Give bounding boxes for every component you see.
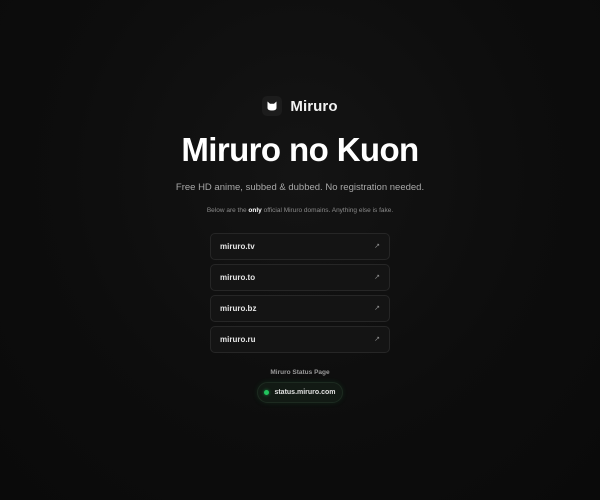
notice-prefix: Below are the <box>206 207 247 214</box>
domain-label: miruro.tv <box>220 242 255 251</box>
landing-page: Miruro Miruro no Kuon Free HD anime, sub… <box>0 0 600 500</box>
official-domains-notice: Below are the only official Miruro domai… <box>0 206 600 216</box>
domain-list: miruro.tv ↗ miruro.to ↗ miruro.bz ↗ miru… <box>210 233 390 357</box>
external-arrow-icon: ↗ <box>374 336 380 343</box>
domain-label: miruro.to <box>220 273 256 282</box>
cat-face-icon <box>262 96 283 116</box>
notice-emphasis: only <box>248 207 262 214</box>
external-arrow-icon: ↗ <box>374 274 380 281</box>
domain-label: miruro.bz <box>220 304 257 313</box>
status-page-url: status.miruro.com <box>274 389 336 396</box>
domain-label: miruro.ru <box>220 335 256 344</box>
domain-link-miruro-ru[interactable]: miruro.ru ↗ <box>210 326 390 353</box>
brand-name: Miruro <box>290 97 338 115</box>
status-page-label: Miruro Status Page <box>270 369 330 376</box>
domain-link-miruro-to[interactable]: miruro.to ↗ <box>210 264 390 291</box>
page-subtitle: Free HD anime, subbed & dubbed. No regis… <box>175 182 425 193</box>
domain-link-miruro-bz[interactable]: miruro.bz ↗ <box>210 295 390 322</box>
status-online-indicator-icon <box>264 390 270 395</box>
external-arrow-icon: ↗ <box>374 243 380 250</box>
external-arrow-icon: ↗ <box>374 305 380 312</box>
page-title: Miruro no Kuon <box>181 131 419 168</box>
brand-header: Miruro <box>0 96 600 116</box>
status-page-link[interactable]: status.miruro.com <box>257 382 343 403</box>
notice-suffix: official Miruro domains. Anything else i… <box>263 207 394 214</box>
domain-link-miruro-tv[interactable]: miruro.tv ↗ <box>210 233 390 260</box>
